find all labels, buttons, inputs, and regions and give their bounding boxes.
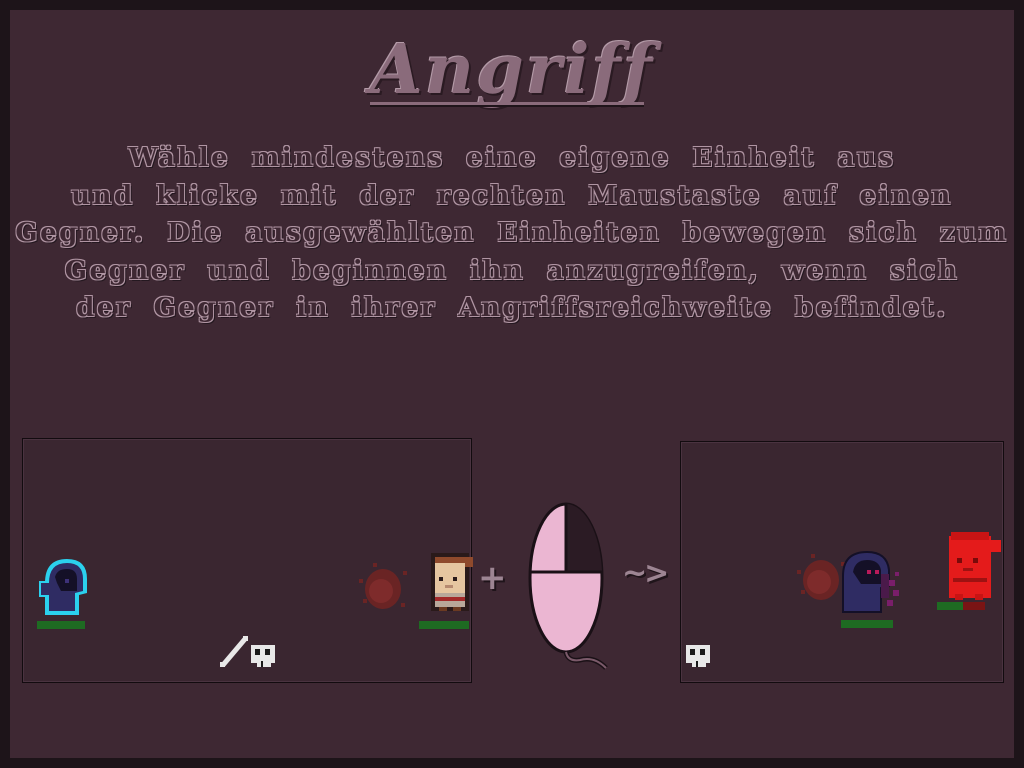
- enemy-unit-health-bar: [937, 602, 963, 610]
- instruction-line: der Gegner in ihrer Angriffsreichweite b…: [76, 293, 948, 323]
- plus-symbol: +: [478, 558, 507, 598]
- tutorial-screen: Angriff Wähle mindestens eine eigene Ein…: [10, 10, 1014, 758]
- title-underline: [370, 102, 644, 105]
- villager-enemy-unit: [431, 553, 473, 611]
- bone-and-skull-decoration: [220, 636, 275, 667]
- after-scene-panel: [680, 441, 1004, 683]
- enemy-unit-health-bar: [419, 621, 469, 629]
- page-title: Angriff: [370, 30, 654, 110]
- own-unit-health-bar: [841, 620, 893, 628]
- villager-enemy-damaged: [949, 532, 1001, 600]
- instruction-line: Wähle mindestens eine eigene Einheit aus: [128, 143, 896, 173]
- skull-decoration: [686, 645, 710, 667]
- reaper-unit-attacking: [842, 550, 899, 613]
- instruction-text: Wähle mindestens eine eigene Einheit aus…: [10, 140, 1014, 328]
- reaper-unit-selected: [39, 559, 87, 615]
- before-scene-panel: [22, 438, 473, 683]
- enemy-unit-health-missing: [963, 602, 985, 610]
- arrow-symbol: ~>: [622, 556, 669, 591]
- instruction-line: Gegner und beginnen ihn anzugreifen, wen…: [64, 255, 960, 286]
- instruction-line: und klicke mit der rechten Maustaste auf…: [71, 180, 953, 211]
- mouse-right-click-icon: [528, 502, 608, 670]
- blood-splatter: [359, 563, 407, 609]
- instruction-line: Gegner. Die ausgewählten Einheiten beweg…: [15, 218, 1009, 248]
- own-unit-health-bar: [37, 621, 85, 629]
